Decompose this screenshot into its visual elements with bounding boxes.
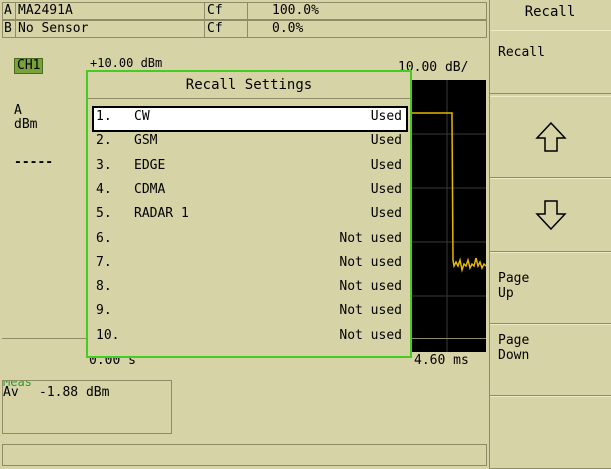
recall-settings-dialog: Recall Settings 1. CW Used 2. GSM Used 3. EDGE U… xyxy=(86,70,412,358)
softkey-recall[interactable]: Recall xyxy=(490,30,611,94)
softkey-down[interactable] xyxy=(490,178,611,252)
recall-item-number: 2. xyxy=(96,133,112,149)
softkey-page-down-line2: Down xyxy=(498,348,530,363)
recall-list-item[interactable]: 8. Not used xyxy=(94,276,406,298)
recall-item-status: Used xyxy=(370,109,402,124)
recall-item-name: CDMA xyxy=(134,181,166,197)
softkey-page-down[interactable]: Page Down xyxy=(490,324,611,396)
recall-item-status: Used xyxy=(370,157,402,173)
recall-item-status: Used xyxy=(370,181,402,197)
arrow-up-icon xyxy=(535,121,567,152)
sensor-b-model: No Sensor xyxy=(15,20,205,38)
time-end-label: 4.60 ms xyxy=(414,353,469,368)
left-marker: ----- xyxy=(14,155,54,170)
top-scale-left: +10.00 dBm xyxy=(90,56,163,70)
status-bar xyxy=(2,444,487,466)
meas-box: Meas Av -1.88 dBm xyxy=(2,380,172,434)
recall-list-item[interactable]: 5. RADAR 1 Used xyxy=(94,203,406,225)
recall-list-item[interactable]: 1. CW Used xyxy=(92,106,408,132)
recall-list-item[interactable]: 3. EDGE Used xyxy=(94,155,406,177)
sensor-a-cf-value: 100.0% xyxy=(247,2,487,20)
recall-item-number: 3. xyxy=(96,157,112,173)
recall-item-number: 10. xyxy=(96,327,120,343)
softkey-recall-label: Recall xyxy=(498,45,545,60)
meas-value: -1.88 dBm xyxy=(39,385,110,400)
recall-item-status: Not used xyxy=(339,327,402,343)
recall-item-number: 9. xyxy=(96,303,112,319)
recall-item-number: 7. xyxy=(96,254,112,270)
meas-mode: Av xyxy=(3,385,19,400)
softkey-panel: Recall Recall Page Up Page Down xyxy=(489,0,611,469)
left-sensor-label: A xyxy=(14,103,22,118)
recall-list-item[interactable]: 4. CDMA Used xyxy=(94,179,406,201)
recall-item-status: Used xyxy=(370,206,402,222)
recall-item-status: Not used xyxy=(339,254,402,270)
recall-list-item[interactable]: 2. GSM Used xyxy=(94,130,406,152)
recall-list-item[interactable]: 10. Not used xyxy=(94,325,406,347)
arrow-down-icon xyxy=(535,200,567,231)
sensor-a-cf-label: Cf xyxy=(204,2,248,20)
recall-list-item[interactable]: 6. Not used xyxy=(94,228,406,250)
recall-item-name: CW xyxy=(134,109,150,124)
recall-item-name: RADAR 1 xyxy=(134,206,189,222)
recall-item-number: 1. xyxy=(96,109,112,124)
softkey-page-down-line1: Page xyxy=(498,333,530,348)
softkey-blank[interactable] xyxy=(490,396,611,469)
sensor-b-channel: B xyxy=(2,20,16,38)
recall-item-number: 8. xyxy=(96,279,112,295)
softkey-menu-title: Recall xyxy=(524,4,576,20)
left-unit-label: dBm xyxy=(14,117,38,132)
recall-item-number: 6. xyxy=(96,230,112,246)
recall-item-number: 5. xyxy=(96,206,112,222)
sensor-a-model: MA2491A xyxy=(15,2,205,20)
softkey-page-up[interactable]: Page Up xyxy=(490,252,611,324)
recall-item-status: Not used xyxy=(339,303,402,319)
recall-item-name: EDGE xyxy=(134,157,166,173)
recall-list-item[interactable]: 7. Not used xyxy=(94,252,406,274)
dialog-title: Recall Settings xyxy=(88,72,410,99)
recall-item-status: Not used xyxy=(339,230,402,246)
softkey-page-up-line2: Up xyxy=(498,286,514,301)
recall-item-status: Not used xyxy=(339,279,402,295)
sensor-b-cf-label: Cf xyxy=(204,20,248,38)
channel-tag: CH1 xyxy=(14,58,44,74)
recall-list-item[interactable]: 9. Not used xyxy=(94,300,406,322)
sensor-a-channel: A xyxy=(2,2,16,20)
softkey-page-up-line1: Page xyxy=(498,271,530,286)
softkey-up[interactable] xyxy=(490,96,611,178)
recall-item-name: GSM xyxy=(134,133,158,149)
recall-item-number: 4. xyxy=(96,181,112,197)
recall-item-status: Used xyxy=(370,133,402,149)
sensor-b-cf-value: 0.0% xyxy=(247,20,487,38)
